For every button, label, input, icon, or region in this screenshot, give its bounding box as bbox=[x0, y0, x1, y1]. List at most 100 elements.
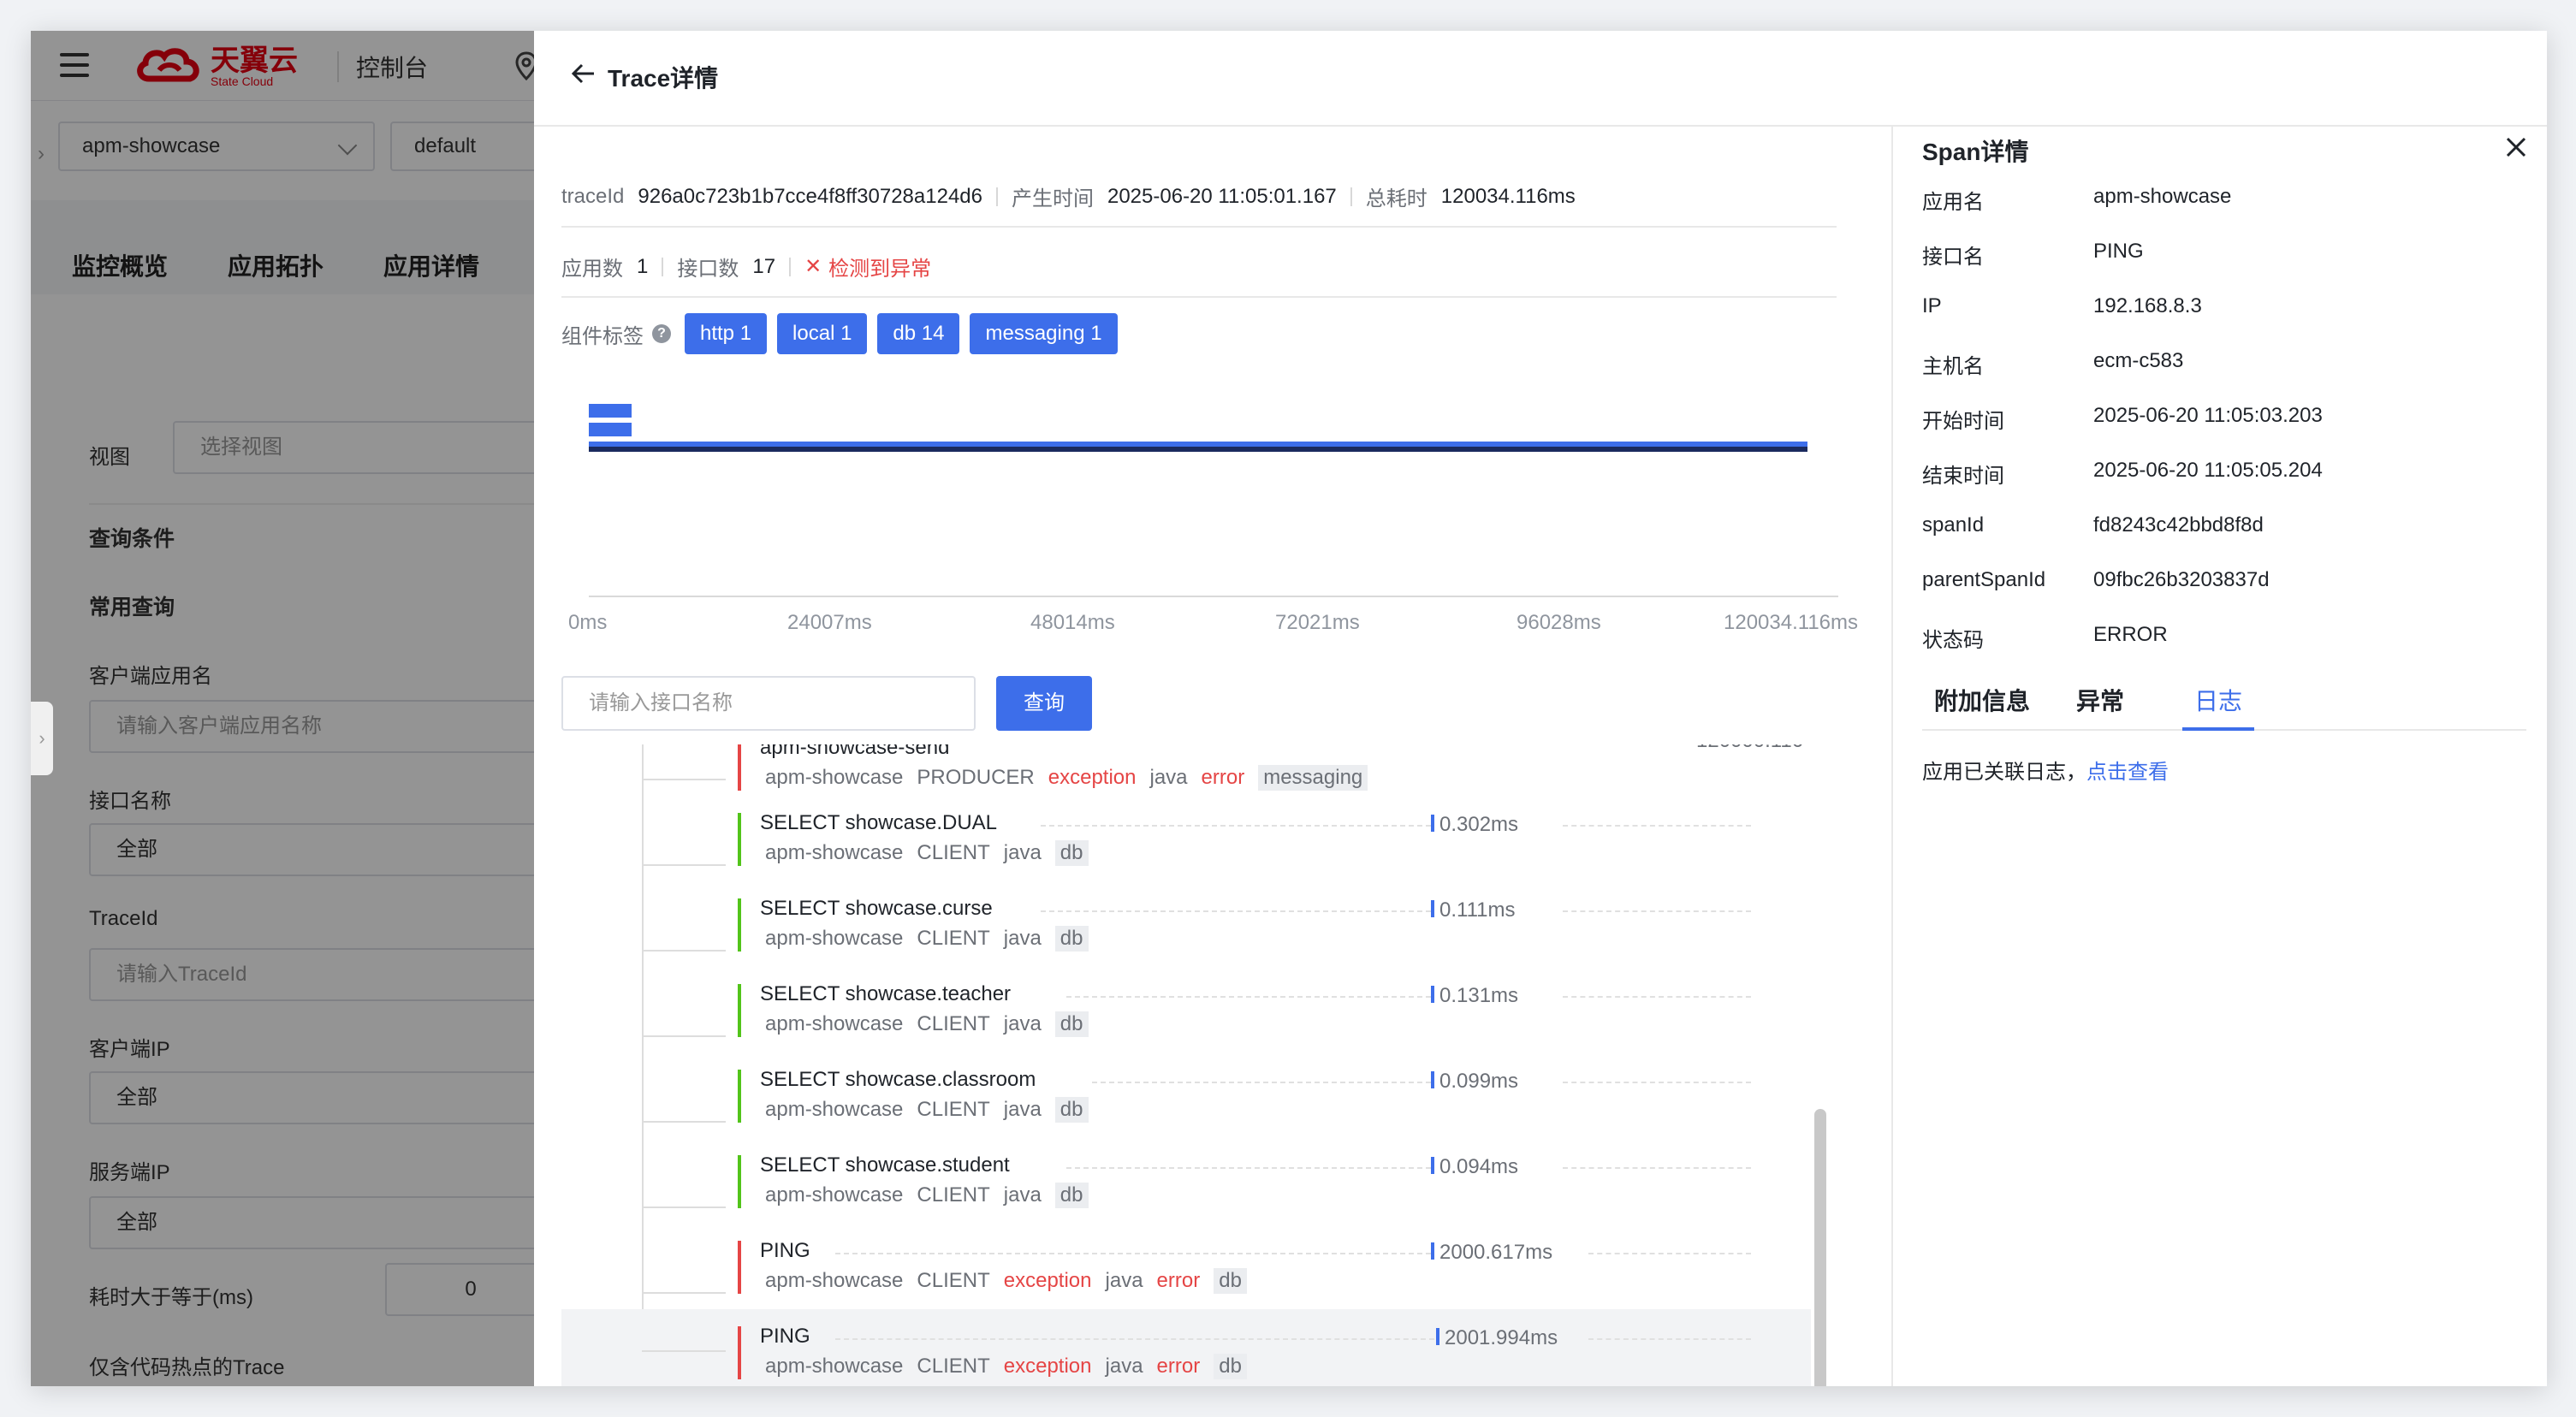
span-status-bar bbox=[738, 1155, 741, 1208]
span-component: db bbox=[1054, 1183, 1089, 1208]
span-duration: 120000.116 bbox=[1696, 744, 1803, 753]
tree-line bbox=[642, 1350, 726, 1352]
timeline-bar bbox=[589, 447, 1807, 452]
span-service: apm-showcase bbox=[765, 1012, 904, 1035]
span-row[interactable]: PING apm-showcase CLIENT exception java … bbox=[561, 1224, 1811, 1309]
created-key: 产生时间 bbox=[1011, 187, 1094, 210]
window: 天翼云 State Cloud 控制台 › apm-showcase defau… bbox=[31, 31, 2547, 1386]
collapse-handle-icon[interactable]: › bbox=[31, 702, 53, 775]
span-component: db bbox=[1054, 926, 1089, 952]
dash-line bbox=[1588, 1338, 1751, 1340]
span-list: apm-showcase-send apm-showcase PRODUCER … bbox=[561, 744, 1811, 1386]
close-icon[interactable] bbox=[2504, 135, 2528, 159]
dash-line bbox=[1041, 825, 1431, 827]
traceid-key: traceId bbox=[561, 184, 625, 208]
tree-line bbox=[642, 950, 726, 952]
traceid-value: 926a0c723b1b7cce4f8ff30728a124d6 bbox=[638, 184, 982, 208]
detail-key: parentSpanId bbox=[1922, 568, 2046, 591]
span-service: apm-showcase bbox=[765, 1269, 904, 1292]
search-button[interactable]: 查询 bbox=[996, 676, 1092, 731]
trace-drawer: Trace详情 traceId 926a0c723b1b7cce4f8ff307… bbox=[534, 31, 2547, 1386]
help-icon[interactable]: ? bbox=[652, 324, 671, 343]
dash-line bbox=[1563, 1167, 1751, 1169]
span-exception: exception bbox=[1048, 766, 1137, 789]
tab-exception[interactable]: 异常 bbox=[2076, 683, 2124, 717]
span-lang: java bbox=[1149, 766, 1188, 789]
span-kind: CLIENT bbox=[917, 841, 990, 864]
span-row[interactable]: apm-showcase-send apm-showcase PRODUCER … bbox=[561, 744, 1811, 796]
component-label: 组件标签 bbox=[561, 324, 644, 348]
view-logs-link[interactable]: 点击查看 bbox=[2086, 761, 2169, 784]
drawer-title: Trace详情 bbox=[608, 65, 719, 92]
span-component: db bbox=[1054, 840, 1089, 866]
axis-tick-label: 24007ms bbox=[787, 611, 872, 634]
span-component: db bbox=[1054, 1097, 1089, 1123]
axis-tick-label: 0ms bbox=[568, 611, 608, 634]
apps-key: 应用数 bbox=[561, 258, 623, 281]
created-value: 2025-06-20 11:05:01.167 bbox=[1107, 184, 1337, 208]
span-duration-tick bbox=[1431, 815, 1434, 832]
span-row[interactable]: SELECT showcase.teacher apm-showcase CLI… bbox=[561, 967, 1811, 1052]
dash-line bbox=[1041, 910, 1431, 912]
span-row-selected[interactable]: PING apm-showcase CLIENT exception java … bbox=[561, 1309, 1811, 1386]
axis-tick-label: 120034.116ms bbox=[1724, 611, 1859, 634]
span-component: messaging bbox=[1258, 765, 1368, 791]
span-status-bar bbox=[738, 813, 741, 866]
dash-line bbox=[1092, 1082, 1431, 1083]
span-duration: 0.302ms bbox=[1439, 813, 1519, 836]
span-duration: 0.099ms bbox=[1439, 1070, 1519, 1093]
span-component: db bbox=[1214, 1268, 1247, 1294]
divider bbox=[561, 296, 1837, 298]
axis-tick-label: 96028ms bbox=[1517, 611, 1601, 634]
span-name: SELECT showcase.DUAL bbox=[760, 811, 998, 834]
span-lang: java bbox=[1003, 1183, 1042, 1207]
dash-line bbox=[835, 1338, 1434, 1340]
dash-line bbox=[1066, 996, 1431, 998]
apps-value: 1 bbox=[637, 254, 649, 278]
separator bbox=[789, 257, 792, 276]
modal-overlay[interactable] bbox=[31, 31, 536, 1386]
tag-db[interactable]: db 14 bbox=[877, 313, 960, 354]
tab-logs[interactable]: 日志 bbox=[2194, 683, 2242, 717]
tag-http[interactable]: http 1 bbox=[685, 313, 768, 354]
tree-line bbox=[642, 779, 726, 780]
span-status-bar bbox=[738, 984, 741, 1037]
interface-search-input[interactable]: 请输入接口名称 bbox=[561, 676, 976, 731]
tag-local[interactable]: local 1 bbox=[777, 313, 868, 354]
span-duration-tick bbox=[1431, 1071, 1434, 1088]
detail-value: fd8243c42bbd8f8d bbox=[2093, 513, 2264, 537]
span-service: apm-showcase bbox=[765, 766, 904, 789]
span-service: apm-showcase bbox=[765, 1183, 904, 1207]
span-duration-tick bbox=[1431, 1157, 1434, 1174]
span-row[interactable]: SELECT showcase.curse apm-showcase CLIEN… bbox=[561, 881, 1811, 967]
span-row[interactable]: SELECT showcase.student apm-showcase CLI… bbox=[561, 1138, 1811, 1224]
span-status-bar bbox=[738, 1241, 741, 1294]
detail-value: 192.168.8.3 bbox=[2093, 294, 2202, 317]
span-lang: java bbox=[1105, 1355, 1143, 1378]
span-lang: java bbox=[1003, 841, 1042, 864]
total-value: 120034.116ms bbox=[1440, 184, 1576, 208]
span-row[interactable]: SELECT showcase.DUAL apm-showcase CLIENT… bbox=[561, 796, 1811, 881]
separator bbox=[662, 257, 664, 276]
anomaly-label: 检测到异常 bbox=[828, 258, 932, 281]
span-meta: apm-showcase CLIENT java db bbox=[765, 840, 1089, 866]
span-kind: CLIENT bbox=[917, 1269, 990, 1292]
trace-stats-row: 应用数 1 接口数 17 ✕ 检测到异常 bbox=[561, 252, 931, 282]
span-meta: apm-showcase PRODUCER exception java err… bbox=[765, 765, 1368, 791]
trace-timeline[interactable]: 0ms 24007ms 48014ms 72021ms 96028ms 1200… bbox=[568, 390, 1858, 664]
tab-extra-info[interactable]: 附加信息 bbox=[1934, 683, 2030, 717]
tree-line bbox=[642, 1121, 726, 1123]
scrollbar[interactable] bbox=[1814, 1109, 1826, 1386]
dash-line bbox=[835, 1253, 1431, 1254]
span-name: PING bbox=[760, 1325, 810, 1348]
tag-messaging[interactable]: messaging 1 bbox=[970, 313, 1118, 354]
span-name: PING bbox=[760, 1239, 810, 1262]
component-tags-row: 组件标签 ? http 1 local 1 db 14 messaging 1 bbox=[561, 313, 1128, 354]
interface-search-placeholder: 请输入接口名称 bbox=[589, 691, 733, 714]
span-name: SELECT showcase.student bbox=[760, 1153, 1010, 1177]
detail-key: 结束时间 bbox=[1922, 465, 2004, 488]
span-name: SELECT showcase.classroom bbox=[760, 1068, 1036, 1091]
back-arrow-icon[interactable] bbox=[570, 60, 597, 87]
detail-value: PING bbox=[2093, 240, 2144, 263]
span-row[interactable]: SELECT showcase.classroom apm-showcase C… bbox=[561, 1052, 1811, 1138]
